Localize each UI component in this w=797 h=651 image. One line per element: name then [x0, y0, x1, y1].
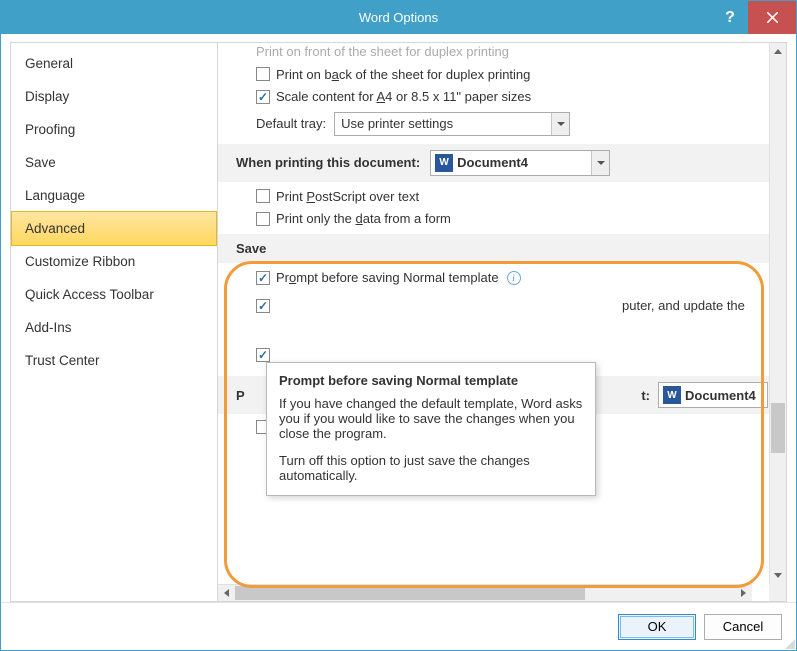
default-tray-select[interactable]: Use printer settings — [334, 112, 570, 136]
scroll-thumb-h[interactable] — [235, 586, 585, 600]
option-formdata-row: Print only the data from a form — [256, 210, 768, 228]
label-print-back: Print on back of the sheet for duplex pr… — [276, 66, 530, 84]
content-panel: Print on front of the sheet for duplex p… — [218, 42, 787, 602]
info-icon[interactable]: i — [507, 271, 521, 285]
horizontal-scrollbar[interactable] — [218, 584, 752, 601]
sidebar-item-customize-ribbon[interactable]: Customize Ribbon — [11, 245, 217, 278]
sidebar-item-proofing[interactable]: Proofing — [11, 113, 217, 146]
checkbox-formdata[interactable] — [256, 212, 270, 226]
scroll-down-button[interactable] — [770, 567, 786, 584]
scroll-up-button[interactable] — [770, 43, 786, 60]
word-options-dialog: Word Options ? General Display Proofing … — [0, 0, 797, 651]
resize-grip[interactable] — [781, 635, 795, 649]
sidebar-item-general[interactable]: General — [11, 47, 217, 80]
sidebar-item-addins[interactable]: Add-Ins — [11, 311, 217, 344]
sidebar-item-language[interactable]: Language — [11, 179, 217, 212]
sidebar-item-save[interactable]: Save — [11, 146, 217, 179]
sidebar-item-display[interactable]: Display — [11, 80, 217, 113]
dialog-footer: OK Cancel — [1, 602, 796, 650]
window-title: Word Options — [359, 10, 438, 25]
option-print-back-row: Print on back of the sheet for duplex pr… — [256, 66, 768, 84]
option-prompt-row: Prompt before saving Normal template i — [256, 269, 768, 287]
sidebar: General Display Proofing Save Language A… — [10, 42, 218, 602]
ok-button[interactable]: OK — [618, 614, 696, 640]
document-select-preserve[interactable]: W Document4 — [658, 382, 768, 408]
tooltip-title: Prompt before saving Normal template — [279, 373, 583, 388]
tooltip: Prompt before saving Normal template If … — [266, 362, 596, 496]
scroll-left-button[interactable] — [218, 585, 235, 601]
label-postscript: Print PostScript over text — [276, 188, 419, 206]
chevron-down-icon — [551, 113, 569, 135]
cancel-button[interactable]: Cancel — [704, 614, 782, 640]
sidebar-item-qat[interactable]: Quick Access Toolbar — [11, 278, 217, 311]
checkbox-hidden-1[interactable] — [256, 299, 270, 313]
group-save: Save — [218, 234, 786, 264]
checkbox-prompt-normal[interactable] — [256, 271, 270, 285]
checkbox-hidden-2[interactable] — [256, 348, 270, 362]
scroll-thumb-v[interactable] — [771, 403, 785, 453]
chevron-down-icon — [591, 151, 609, 175]
option-hidden-2 — [256, 348, 768, 362]
titlebar: Word Options ? — [1, 1, 796, 34]
word-icon: W — [663, 386, 681, 404]
close-icon — [767, 12, 778, 23]
option-hidden-1: puter, and update the — [256, 297, 768, 315]
checkbox-print-back[interactable] — [256, 67, 270, 81]
scroll-right-button[interactable] — [735, 585, 752, 601]
option-print-front: Print on front of the sheet for duplex p… — [256, 43, 768, 61]
option-postscript-row: Print PostScript over text — [256, 188, 768, 206]
label-prompt-normal: Prompt before saving Normal template — [276, 269, 499, 287]
default-tray-row: Default tray: Use printer settings — [256, 112, 768, 136]
partial-text: puter, and update the — [622, 297, 745, 315]
document-select-printing[interactable]: W Document4 — [430, 150, 610, 176]
tooltip-body: If you have changed the default template… — [279, 396, 583, 483]
help-button[interactable]: ? — [712, 1, 748, 34]
sidebar-item-trust-center[interactable]: Trust Center — [11, 344, 217, 377]
label-scale-content: Scale content for A4 or 8.5 x 11" paper … — [276, 88, 531, 106]
sidebar-item-advanced[interactable]: Advanced — [11, 211, 217, 246]
vertical-scrollbar[interactable] — [769, 43, 786, 584]
close-button[interactable] — [748, 1, 796, 34]
option-scale-row: Scale content for A4 or 8.5 x 11" paper … — [256, 88, 768, 106]
label-formdata: Print only the data from a form — [276, 210, 451, 228]
default-tray-label: Default tray: — [256, 115, 326, 133]
group-when-printing: When printing this document: W Document4 — [218, 144, 786, 182]
checkbox-scale-content[interactable] — [256, 90, 270, 104]
checkbox-postscript[interactable] — [256, 189, 270, 203]
word-icon: W — [435, 154, 453, 172]
